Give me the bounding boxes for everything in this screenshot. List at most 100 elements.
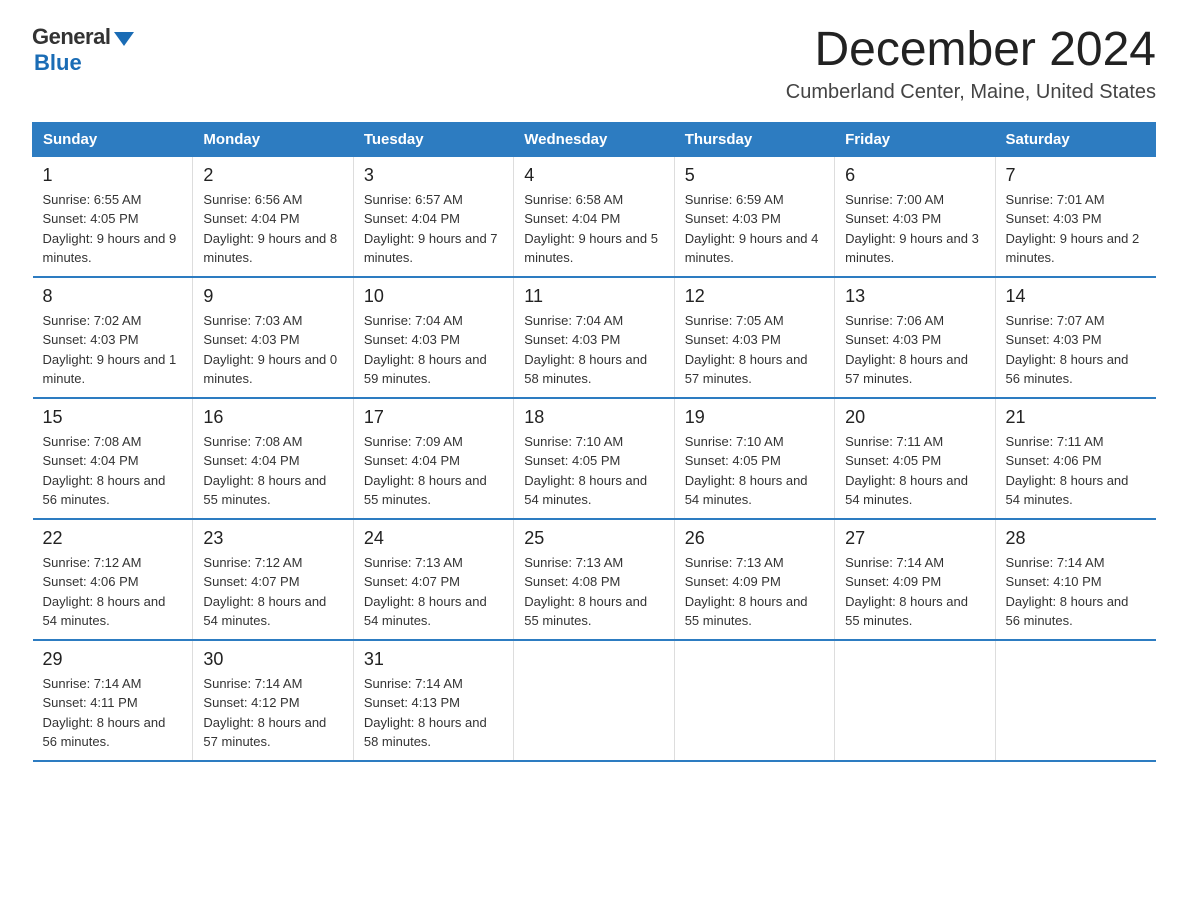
day-info: Sunrise: 6:58 AMSunset: 4:04 PMDaylight:… [524, 192, 658, 266]
calendar-cell [995, 640, 1155, 761]
header-saturday: Saturday [995, 122, 1155, 156]
day-info: Sunrise: 7:00 AMSunset: 4:03 PMDaylight:… [845, 192, 979, 266]
day-info: Sunrise: 6:57 AMSunset: 4:04 PMDaylight:… [364, 192, 498, 266]
day-number: 26 [685, 528, 824, 549]
day-number: 23 [203, 528, 342, 549]
calendar-week-row: 22 Sunrise: 7:12 AMSunset: 4:06 PMDaylig… [33, 519, 1156, 640]
day-number: 28 [1006, 528, 1146, 549]
day-info: Sunrise: 7:14 AMSunset: 4:11 PMDaylight:… [43, 676, 166, 750]
day-number: 12 [685, 286, 824, 307]
calendar-week-row: 1 Sunrise: 6:55 AMSunset: 4:05 PMDayligh… [33, 156, 1156, 277]
calendar-cell [674, 640, 834, 761]
day-number: 6 [845, 165, 984, 186]
day-info: Sunrise: 7:12 AMSunset: 4:06 PMDaylight:… [43, 555, 166, 629]
day-number: 13 [845, 286, 984, 307]
day-number: 10 [364, 286, 503, 307]
calendar-cell: 26 Sunrise: 7:13 AMSunset: 4:09 PMDaylig… [674, 519, 834, 640]
header-friday: Friday [835, 122, 995, 156]
day-info: Sunrise: 7:08 AMSunset: 4:04 PMDaylight:… [43, 434, 166, 508]
day-info: Sunrise: 7:13 AMSunset: 4:08 PMDaylight:… [524, 555, 647, 629]
day-number: 18 [524, 407, 663, 428]
calendar-cell: 9 Sunrise: 7:03 AMSunset: 4:03 PMDayligh… [193, 277, 353, 398]
header-thursday: Thursday [674, 122, 834, 156]
day-info: Sunrise: 6:59 AMSunset: 4:03 PMDaylight:… [685, 192, 819, 266]
day-number: 17 [364, 407, 503, 428]
day-info: Sunrise: 7:08 AMSunset: 4:04 PMDaylight:… [203, 434, 326, 508]
day-info: Sunrise: 7:06 AMSunset: 4:03 PMDaylight:… [845, 313, 968, 387]
calendar-week-row: 29 Sunrise: 7:14 AMSunset: 4:11 PMDaylig… [33, 640, 1156, 761]
calendar-cell: 15 Sunrise: 7:08 AMSunset: 4:04 PMDaylig… [33, 398, 193, 519]
header-monday: Monday [193, 122, 353, 156]
calendar-cell: 28 Sunrise: 7:14 AMSunset: 4:10 PMDaylig… [995, 519, 1155, 640]
calendar-cell: 29 Sunrise: 7:14 AMSunset: 4:11 PMDaylig… [33, 640, 193, 761]
calendar-cell: 24 Sunrise: 7:13 AMSunset: 4:07 PMDaylig… [353, 519, 513, 640]
calendar-cell: 10 Sunrise: 7:04 AMSunset: 4:03 PMDaylig… [353, 277, 513, 398]
title-section: December 2024 Cumberland Center, Maine, … [786, 24, 1156, 104]
header-sunday: Sunday [33, 122, 193, 156]
page-header: General Blue December 2024 Cumberland Ce… [32, 24, 1156, 104]
calendar-cell: 19 Sunrise: 7:10 AMSunset: 4:05 PMDaylig… [674, 398, 834, 519]
day-info: Sunrise: 7:09 AMSunset: 4:04 PMDaylight:… [364, 434, 487, 508]
day-number: 4 [524, 165, 663, 186]
calendar-cell: 30 Sunrise: 7:14 AMSunset: 4:12 PMDaylig… [193, 640, 353, 761]
calendar-cell: 8 Sunrise: 7:02 AMSunset: 4:03 PMDayligh… [33, 277, 193, 398]
day-info: Sunrise: 7:11 AMSunset: 4:05 PMDaylight:… [845, 434, 968, 508]
calendar-cell: 27 Sunrise: 7:14 AMSunset: 4:09 PMDaylig… [835, 519, 995, 640]
calendar-cell [835, 640, 995, 761]
calendar-table: SundayMondayTuesdayWednesdayThursdayFrid… [32, 122, 1156, 762]
calendar-cell: 13 Sunrise: 7:06 AMSunset: 4:03 PMDaylig… [835, 277, 995, 398]
calendar-cell: 14 Sunrise: 7:07 AMSunset: 4:03 PMDaylig… [995, 277, 1155, 398]
calendar-cell [514, 640, 674, 761]
logo-blue-text: Blue [34, 50, 82, 76]
calendar-cell: 11 Sunrise: 7:04 AMSunset: 4:03 PMDaylig… [514, 277, 674, 398]
day-info: Sunrise: 7:02 AMSunset: 4:03 PMDaylight:… [43, 313, 177, 387]
day-info: Sunrise: 7:13 AMSunset: 4:09 PMDaylight:… [685, 555, 808, 629]
day-info: Sunrise: 6:56 AMSunset: 4:04 PMDaylight:… [203, 192, 337, 266]
day-info: Sunrise: 7:03 AMSunset: 4:03 PMDaylight:… [203, 313, 337, 387]
calendar-cell: 25 Sunrise: 7:13 AMSunset: 4:08 PMDaylig… [514, 519, 674, 640]
calendar-cell: 18 Sunrise: 7:10 AMSunset: 4:05 PMDaylig… [514, 398, 674, 519]
calendar-cell: 2 Sunrise: 6:56 AMSunset: 4:04 PMDayligh… [193, 156, 353, 277]
day-number: 20 [845, 407, 984, 428]
day-number: 31 [364, 649, 503, 670]
header-tuesday: Tuesday [353, 122, 513, 156]
logo-general-text: General [32, 24, 110, 50]
calendar-header-row: SundayMondayTuesdayWednesdayThursdayFrid… [33, 122, 1156, 156]
calendar-cell: 1 Sunrise: 6:55 AMSunset: 4:05 PMDayligh… [33, 156, 193, 277]
day-number: 22 [43, 528, 183, 549]
day-info: Sunrise: 7:14 AMSunset: 4:13 PMDaylight:… [364, 676, 487, 750]
day-info: Sunrise: 7:12 AMSunset: 4:07 PMDaylight:… [203, 555, 326, 629]
day-number: 8 [43, 286, 183, 307]
day-number: 21 [1006, 407, 1146, 428]
day-number: 16 [203, 407, 342, 428]
day-number: 7 [1006, 165, 1146, 186]
header-wednesday: Wednesday [514, 122, 674, 156]
day-number: 11 [524, 286, 663, 307]
calendar-cell: 3 Sunrise: 6:57 AMSunset: 4:04 PMDayligh… [353, 156, 513, 277]
day-number: 2 [203, 165, 342, 186]
month-title: December 2024 [786, 24, 1156, 77]
logo: General Blue [32, 24, 134, 76]
day-info: Sunrise: 7:10 AMSunset: 4:05 PMDaylight:… [685, 434, 808, 508]
day-info: Sunrise: 7:11 AMSunset: 4:06 PMDaylight:… [1006, 434, 1129, 508]
location-title: Cumberland Center, Maine, United States [786, 81, 1156, 104]
day-info: Sunrise: 7:04 AMSunset: 4:03 PMDaylight:… [524, 313, 647, 387]
calendar-cell: 20 Sunrise: 7:11 AMSunset: 4:05 PMDaylig… [835, 398, 995, 519]
calendar-cell: 6 Sunrise: 7:00 AMSunset: 4:03 PMDayligh… [835, 156, 995, 277]
calendar-week-row: 15 Sunrise: 7:08 AMSunset: 4:04 PMDaylig… [33, 398, 1156, 519]
calendar-cell: 23 Sunrise: 7:12 AMSunset: 4:07 PMDaylig… [193, 519, 353, 640]
day-info: Sunrise: 7:14 AMSunset: 4:09 PMDaylight:… [845, 555, 968, 629]
day-number: 9 [203, 286, 342, 307]
day-number: 25 [524, 528, 663, 549]
calendar-cell: 22 Sunrise: 7:12 AMSunset: 4:06 PMDaylig… [33, 519, 193, 640]
day-number: 3 [364, 165, 503, 186]
day-info: Sunrise: 7:07 AMSunset: 4:03 PMDaylight:… [1006, 313, 1129, 387]
calendar-cell: 4 Sunrise: 6:58 AMSunset: 4:04 PMDayligh… [514, 156, 674, 277]
calendar-cell: 16 Sunrise: 7:08 AMSunset: 4:04 PMDaylig… [193, 398, 353, 519]
day-info: Sunrise: 6:55 AMSunset: 4:05 PMDaylight:… [43, 192, 177, 266]
day-info: Sunrise: 7:01 AMSunset: 4:03 PMDaylight:… [1006, 192, 1140, 266]
day-number: 1 [43, 165, 183, 186]
day-info: Sunrise: 7:14 AMSunset: 4:12 PMDaylight:… [203, 676, 326, 750]
calendar-week-row: 8 Sunrise: 7:02 AMSunset: 4:03 PMDayligh… [33, 277, 1156, 398]
day-info: Sunrise: 7:14 AMSunset: 4:10 PMDaylight:… [1006, 555, 1129, 629]
